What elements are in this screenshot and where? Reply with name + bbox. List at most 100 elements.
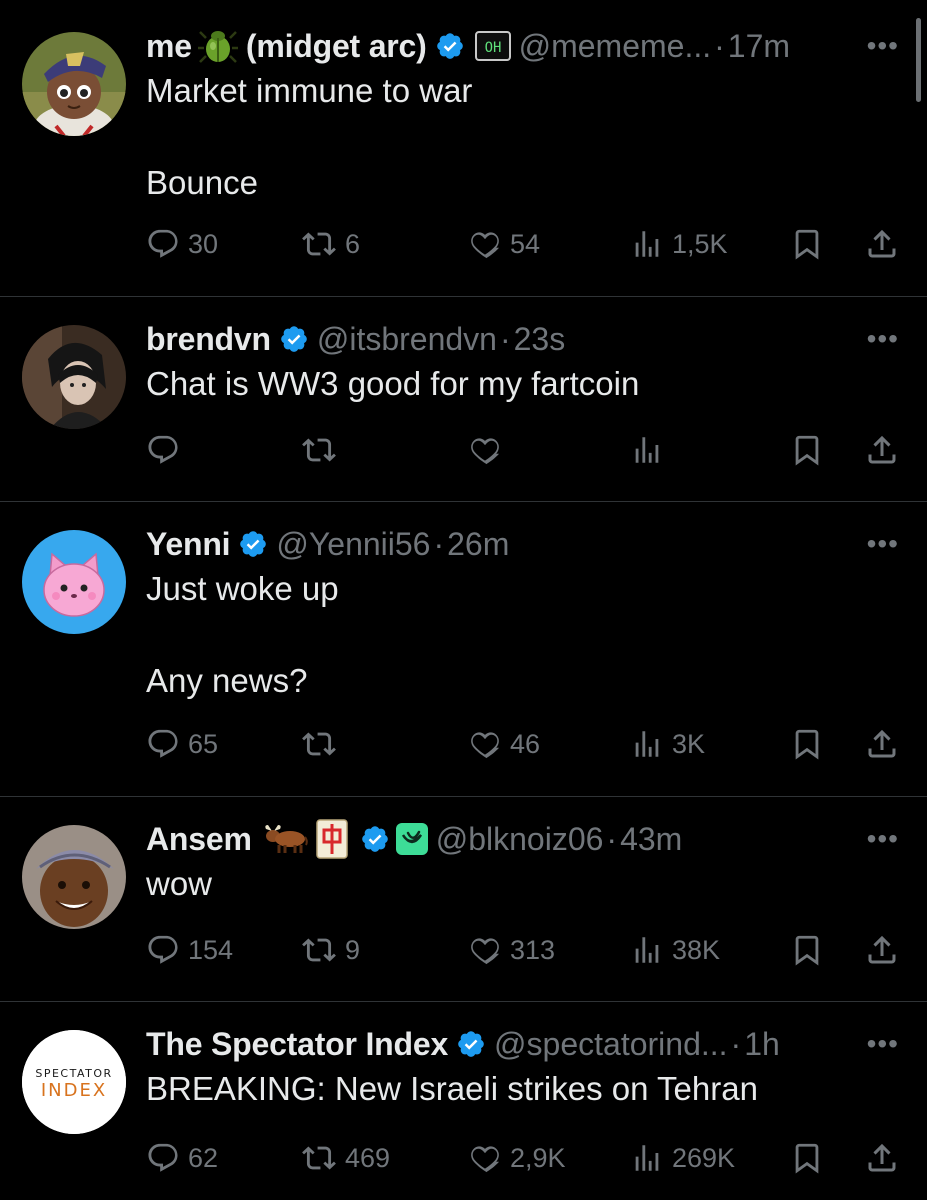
like-count: 313 [510, 934, 556, 965]
heart-icon [471, 1146, 500, 1173]
bookmark-button[interactable] [790, 724, 824, 764]
like-button[interactable]: 46 [468, 724, 540, 764]
share-button[interactable] [864, 1138, 900, 1178]
display-name-suffix[interactable]: (midget arc) [246, 28, 427, 65]
retweet-count: 469 [345, 1142, 391, 1173]
heart-icon [471, 232, 500, 259]
analytics-icon [635, 437, 659, 463]
timestamp[interactable]: 1h [744, 1026, 780, 1063]
like-button[interactable]: 2,9K [468, 1138, 566, 1178]
retweet-icon [302, 1146, 336, 1170]
retweet-button[interactable]: 6 [301, 224, 360, 264]
share-button[interactable] [864, 430, 900, 470]
views-button[interactable]: 269K [630, 1138, 735, 1178]
avatar[interactable]: SPECTATOR INDEX [22, 1030, 126, 1134]
bookmark-button[interactable] [790, 1138, 824, 1178]
tweet[interactable]: Yenni @Yennii56 · 26m Just woke up Any n… [0, 502, 927, 797]
tweet-header: brendvn @itsbrendvn · 23s [146, 317, 907, 361]
like-button[interactable] [468, 430, 510, 470]
retweet-button[interactable]: 469 [301, 1138, 390, 1178]
affiliate-badge-icon[interactable] [395, 823, 428, 855]
like-button[interactable]: 54 [468, 224, 540, 264]
ox-emoji-icon [262, 823, 308, 855]
views-button[interactable]: 3K [630, 724, 705, 764]
bookmark-icon [795, 729, 819, 760]
reply-count: 65 [188, 728, 219, 759]
tweet[interactable]: Ansem @blknoiz06 · 43m wow ••• 154 9 313… [0, 797, 927, 1002]
tweet[interactable]: me (midget arc) OH @mememe... · 17m Mark… [0, 0, 927, 297]
tweet-header: Ansem @blknoiz06 · 43m [146, 817, 907, 861]
retweet-button[interactable] [301, 430, 345, 470]
retweet-icon [302, 438, 336, 462]
share-button[interactable] [864, 930, 900, 970]
views-button[interactable]: 38K [630, 930, 720, 970]
bookmark-button[interactable] [790, 930, 824, 970]
retweet-icon [302, 938, 336, 962]
share-icon [868, 729, 896, 758]
like-count: 2,9K [510, 1142, 566, 1173]
timestamp[interactable]: 26m [447, 526, 509, 563]
avatar[interactable] [22, 825, 126, 929]
reply-button[interactable]: 154 [146, 930, 233, 970]
display-name[interactable]: me [146, 28, 192, 65]
display-name[interactable]: Ansem [146, 821, 252, 858]
handle[interactable]: @Yennii56 [276, 526, 430, 563]
share-icon [868, 435, 896, 464]
tweet-header: The Spectator Index @spectatorind... · 1… [146, 1022, 907, 1066]
share-button[interactable] [864, 224, 900, 264]
display-name[interactable]: brendvn [146, 321, 271, 358]
reply-icon [148, 729, 178, 758]
scrollbar[interactable] [916, 18, 921, 102]
more-options-icon[interactable]: ••• [863, 825, 899, 853]
reply-button[interactable]: 30 [146, 224, 218, 264]
handle[interactable]: @itsbrendvn [317, 321, 497, 358]
like-count: 54 [510, 228, 541, 259]
retweet-button[interactable] [301, 724, 345, 764]
bookmark-button[interactable] [790, 224, 824, 264]
heart-icon [471, 938, 500, 965]
reply-button[interactable] [146, 430, 188, 470]
like-button[interactable]: 313 [468, 930, 555, 970]
more-options-icon[interactable]: ••• [863, 530, 899, 558]
avatar[interactable] [22, 325, 126, 429]
display-name[interactable]: The Spectator Index [146, 1026, 448, 1063]
tweet-actions: 65 46 3K [146, 724, 907, 764]
timestamp[interactable]: 43m [620, 821, 682, 858]
retweet-icon [302, 232, 336, 256]
reply-count: 154 [188, 934, 234, 965]
retweet-button[interactable]: 9 [301, 930, 360, 970]
analytics-icon [635, 231, 659, 257]
reply-icon [148, 229, 178, 258]
share-button[interactable] [864, 724, 900, 764]
handle[interactable]: @mememe... [519, 28, 712, 65]
tweet[interactable]: SPECTATOR INDEX The Spectator Index @spe… [0, 1002, 927, 1200]
tweet-header: Yenni @Yennii56 · 26m [146, 522, 907, 566]
timestamp[interactable]: 17m [728, 28, 790, 65]
views-count: 38K [672, 934, 721, 965]
reply-icon [148, 935, 178, 964]
tweet-text: BREAKING: New Israeli strikes on Tehran [146, 1070, 758, 1107]
more-options-icon[interactable]: ••• [863, 1030, 899, 1058]
timestamp[interactable]: 23s [514, 321, 566, 358]
affiliate-badge-icon[interactable]: OH [474, 31, 511, 61]
handle[interactable]: @blknoiz06 [436, 821, 604, 858]
more-options-icon[interactable]: ••• [863, 325, 899, 353]
more-options-icon[interactable]: ••• [863, 32, 899, 60]
reply-button[interactable]: 65 [146, 724, 218, 764]
bookmark-button[interactable] [790, 430, 824, 470]
display-name[interactable]: Yenni [146, 526, 231, 563]
tweet-text: Market immune to war Bounce [146, 72, 473, 201]
verified-icon [238, 529, 268, 559]
views-button[interactable] [630, 430, 672, 470]
avatar-text-bottom: INDEX [41, 1080, 107, 1101]
separator: · [714, 27, 725, 64]
reply-button[interactable]: 62 [146, 1138, 218, 1178]
views-button[interactable]: 1,5K [630, 224, 728, 264]
tweet[interactable]: brendvn @itsbrendvn · 23s Chat is WW3 go… [0, 297, 927, 502]
handle[interactable]: @spectatorind... [494, 1026, 727, 1063]
avatar[interactable] [22, 32, 126, 136]
avatar[interactable] [22, 530, 126, 634]
retweet-icon [302, 732, 336, 756]
reply-count: 30 [188, 228, 219, 259]
bookmark-icon [795, 435, 819, 466]
